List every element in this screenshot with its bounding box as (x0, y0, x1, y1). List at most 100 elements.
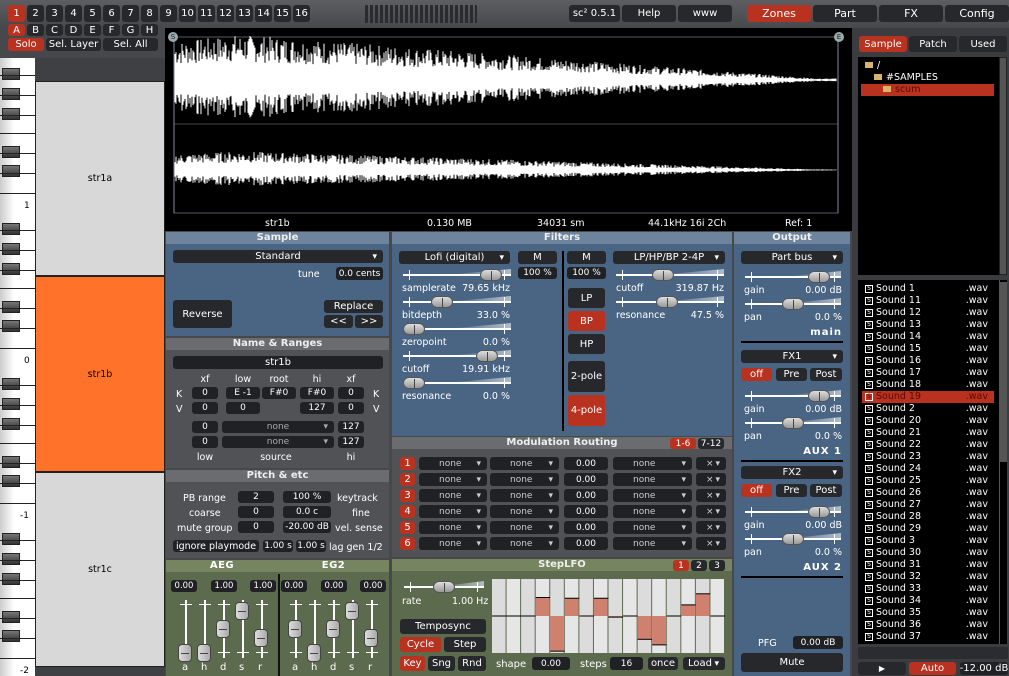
key-root-field[interactable]: F#0 (262, 387, 296, 399)
sel-all-button[interactable]: Sel. All (103, 38, 158, 51)
mod-amount-field[interactable]: 0.00 (564, 505, 608, 518)
part-button-3[interactable]: 3 (46, 5, 63, 22)
slider-knob[interactable] (807, 390, 830, 402)
slider-knob[interactable] (656, 296, 679, 308)
aux1-pre-button[interactable]: Pre (776, 368, 807, 381)
file-list-item[interactable]: S Sound 24 .wav (862, 463, 994, 475)
file-list-item[interactable]: S Sound 25 .wav (862, 475, 994, 487)
vel-xfade-low-field[interactable]: 0 (192, 402, 218, 414)
aeg-a-slider[interactable] (178, 600, 192, 662)
browser-tab-patch[interactable]: Patch (909, 36, 957, 52)
aeg-r-slider[interactable] (254, 600, 268, 658)
piano-black-key[interactable] (2, 146, 20, 158)
reverse-button[interactable]: Reverse (173, 300, 232, 328)
once-button[interactable]: once (648, 657, 678, 670)
coarse-field[interactable]: 0 (238, 506, 274, 518)
vel-sense-field[interactable]: -20.00 dB (283, 521, 331, 533)
source-dropdown[interactable]: none (222, 421, 334, 433)
key-xfade-low-field[interactable]: 0 (192, 387, 218, 399)
filter1-zeropoint-slider[interactable] (403, 323, 511, 335)
eg2-d-slider[interactable] (326, 600, 340, 658)
song-trigger-button[interactable]: Sng (428, 656, 455, 671)
source-range-low-field[interactable]: 0 (192, 436, 218, 448)
cycle-button[interactable]: Cycle (400, 637, 441, 652)
filter2-resonance-slider[interactable] (616, 296, 724, 308)
part-button-11[interactable]: 11 (198, 5, 215, 22)
mute-group-field[interactable]: 0 (238, 521, 274, 533)
folder-tree-item[interactable]: scum (861, 84, 994, 96)
slider-knob[interactable] (403, 377, 425, 389)
mod-via-dropdown[interactable]: none (490, 521, 559, 534)
version-button[interactable]: sc² 0.5.1 (569, 5, 620, 22)
source-range-high-field[interactable]: 127 (338, 421, 364, 433)
step-sequencer-grid[interactable] (492, 579, 725, 653)
piano-black-key[interactable] (2, 165, 20, 177)
filter1-bitdepth-slider[interactable] (403, 296, 511, 308)
slider-knob[interactable] (782, 533, 804, 545)
piano-black-key[interactable] (2, 223, 20, 235)
file-list-item[interactable]: S Sound 21 .wav (862, 427, 994, 439)
part-button-9[interactable]: 9 (160, 5, 177, 22)
www-button[interactable]: www (678, 5, 732, 22)
mod-destination-dropdown[interactable]: none (613, 489, 692, 502)
steps-field[interactable]: 16 (610, 657, 643, 670)
filter1-cutoff-slider[interactable] (403, 350, 511, 362)
help-button[interactable]: Help (622, 5, 676, 22)
mod-source-dropdown[interactable]: none (419, 537, 487, 550)
aux2-pre-button[interactable]: Pre (776, 484, 807, 497)
slider-knob[interactable] (433, 581, 455, 593)
slider-knob[interactable] (235, 602, 249, 621)
vel-low-field[interactable]: 0 (226, 402, 260, 414)
layer-button-B[interactable]: B (27, 24, 44, 36)
piano-black-key[interactable] (2, 475, 20, 487)
random-trigger-button[interactable]: Rnd (458, 656, 486, 671)
aux1-pan-slider[interactable] (745, 417, 841, 429)
aux1-post-button[interactable]: Post (810, 368, 842, 381)
load-preset-dropdown[interactable]: Load (683, 657, 725, 670)
mod-via-dropdown[interactable]: none (490, 505, 559, 518)
layer-button-H[interactable]: H (141, 24, 158, 36)
zone-str1b[interactable]: str1b (35, 276, 165, 472)
piano-black-key[interactable] (2, 263, 20, 275)
piano-black-key[interactable] (2, 108, 20, 120)
filter-mode-hp-button[interactable]: HP (568, 334, 605, 354)
part-button-13[interactable]: 13 (236, 5, 253, 22)
part-button-6[interactable]: 6 (103, 5, 120, 22)
aeg-s-slider[interactable] (235, 600, 249, 658)
solo-button[interactable]: Solo (8, 38, 44, 51)
mod-amount-field[interactable]: 0.00 (564, 489, 608, 502)
slider-knob[interactable] (480, 269, 503, 281)
aux1-off-button[interactable]: off (741, 368, 772, 381)
part-button-10[interactable]: 10 (179, 5, 196, 22)
piano-black-key[interactable] (2, 378, 20, 390)
aux2-post-button[interactable]: Post (810, 484, 842, 497)
prev-sample-button[interactable]: << (324, 315, 353, 328)
slider-knob[interactable] (216, 619, 230, 638)
file-list-item[interactable]: S Sound 34 .wav (862, 595, 994, 607)
slider-knob[interactable] (345, 602, 359, 621)
slider-knob[interactable] (431, 296, 454, 308)
piano-black-key[interactable] (2, 301, 20, 313)
filter1-mix-field[interactable]: 100 % (518, 267, 557, 279)
file-list-item[interactable]: S Sound 3 .wav (862, 535, 994, 547)
slider-knob[interactable] (307, 644, 321, 662)
file-list-item[interactable]: S Sound 13 .wav (862, 319, 994, 331)
mod-curve-dropdown[interactable]: × (696, 537, 726, 550)
file-list-item[interactable]: S Sound 31 .wav (862, 559, 994, 571)
file-list-item[interactable]: S Sound 26 .wav (862, 487, 994, 499)
source-range-low-field[interactable]: 0 (192, 421, 218, 433)
file-list-item[interactable]: S Sound 11 .wav (862, 295, 994, 307)
part-button-4[interactable]: 4 (65, 5, 82, 22)
folder-tree-item[interactable]: / (861, 60, 994, 72)
eg2-r-slider[interactable] (364, 600, 378, 658)
part-button-12[interactable]: 12 (217, 5, 234, 22)
part-button-2[interactable]: 2 (27, 5, 44, 22)
mod-destination-dropdown[interactable]: none (613, 537, 692, 550)
mod-page-1-6-tab[interactable]: 1-6 (670, 438, 696, 449)
file-list-item[interactable]: S Sound 20 .wav (862, 415, 994, 427)
file-list-item[interactable]: S Sound 2 .wav (862, 403, 994, 415)
file-list-item[interactable]: S Sound 19 .wav (862, 391, 994, 403)
piano-black-key[interactable] (2, 456, 20, 468)
vel-high-field[interactable]: 127 (300, 402, 334, 414)
part-button-15[interactable]: 15 (274, 5, 291, 22)
